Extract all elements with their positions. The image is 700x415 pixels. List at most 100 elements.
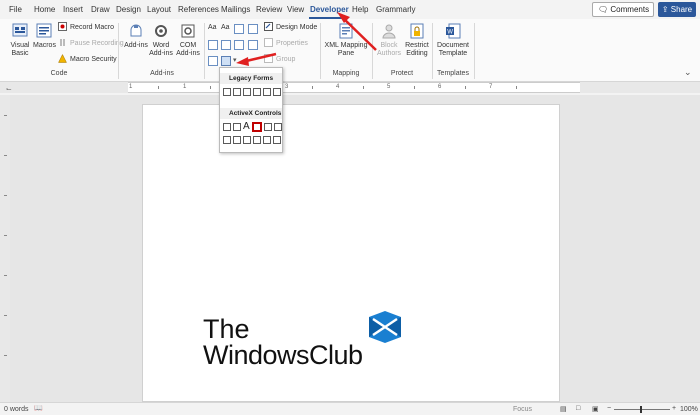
pause-recording-button[interactable]: Pause Recording [58, 38, 124, 50]
design-mode-button[interactable]: Design Mode [264, 22, 317, 34]
zoom-level[interactable]: 100% [680, 406, 698, 413]
zoom-slider[interactable] [614, 409, 670, 410]
focus-mode-button[interactable]: Focus [513, 406, 532, 413]
vertical-ruler[interactable] [0, 95, 10, 402]
ruler-tick [4, 115, 7, 116]
zoom-slider-thumb[interactable] [640, 406, 642, 413]
ruler-number: 7 [489, 84, 493, 90]
record-macro-label: Record Macro [70, 24, 114, 31]
group-icon [264, 54, 273, 63]
ruler-tick [4, 155, 7, 156]
tab-review[interactable]: Review [256, 5, 282, 14]
activex-combobox-icon[interactable] [243, 136, 251, 144]
record-macro-button[interactable]: Record Macro [58, 22, 114, 34]
tab-developer[interactable]: Developer [310, 5, 349, 14]
activex-scrollbar-icon[interactable] [274, 123, 282, 131]
gear-icon [155, 25, 167, 37]
macros-button[interactable]: Macros [33, 22, 56, 50]
tab-file[interactable]: File [9, 5, 22, 14]
restrict-editing-button[interactable]: Restrict Editing [405, 22, 429, 58]
ruler-tick [363, 86, 364, 89]
ruler-tick [4, 355, 7, 356]
group-button[interactable]: Group [264, 54, 295, 66]
ruler-margin-left [0, 82, 128, 93]
activex-textbox-icon[interactable] [233, 123, 241, 131]
dropdown-list-control-icon[interactable] [234, 40, 244, 50]
xml-mapping-pane-button[interactable]: XML Mapping Pane [322, 22, 370, 58]
com-addins-label: COM Add-ins [176, 42, 200, 57]
group-separator [432, 23, 433, 79]
tab-grammarly[interactable]: Grammarly [376, 5, 416, 14]
read-mode-icon[interactable]: ▤ [560, 405, 567, 413]
group-separator [118, 23, 119, 79]
activex-label-icon[interactable]: A [243, 121, 250, 132]
legacy-tools-button[interactable] [221, 56, 231, 66]
restrict-editing-label: Restrict Editing [405, 42, 429, 57]
tab-layout[interactable]: Layout [147, 5, 171, 14]
activex-command-button-icon[interactable] [233, 136, 241, 144]
rich-text-control-icon[interactable]: Aa [208, 24, 217, 31]
zoom-out-icon[interactable]: − [607, 405, 611, 412]
building-block-control-icon[interactable] [248, 24, 258, 34]
document-template-button[interactable]: W Document Template [435, 22, 471, 58]
tab-view[interactable]: View [287, 5, 304, 14]
legacy-shading-icon[interactable] [263, 88, 271, 96]
combo-box-control-icon[interactable] [221, 40, 231, 50]
document-template-label: Document Template [437, 42, 469, 57]
legacy-text-field-icon[interactable] [223, 88, 231, 96]
tab-references[interactable]: References [178, 5, 219, 14]
design-mode-icon [264, 22, 273, 31]
addins-button[interactable]: Add-ins [124, 22, 148, 50]
comments-button[interactable]: 🗨 Comments [592, 2, 654, 17]
collapse-ribbon-icon[interactable]: ⌄ [684, 67, 692, 78]
chevron-down-icon[interactable]: ▾ [233, 56, 237, 64]
activex-spin-button-icon[interactable] [252, 122, 262, 132]
legacy-frame-icon[interactable] [253, 88, 261, 96]
more-controls-icon[interactable] [273, 136, 281, 144]
visual-basic-button[interactable]: Visual Basic [7, 22, 33, 58]
tab-help[interactable]: Help [352, 5, 368, 14]
legacy-checkbox-icon[interactable] [233, 88, 241, 96]
tab-selector-icon[interactable]: ⌙ [6, 85, 12, 93]
com-addins-button[interactable]: COM Add-ins [174, 22, 202, 58]
svg-text:W: W [447, 30, 453, 36]
macro-security-button[interactable]: Macro Security [58, 54, 117, 66]
word-addins-button[interactable]: Word Add-ins [148, 22, 174, 58]
legacy-reset-icon[interactable] [273, 88, 281, 96]
tab-design[interactable]: Design [116, 5, 141, 14]
activex-listbox-icon[interactable] [223, 136, 231, 144]
date-picker-control-icon[interactable] [248, 40, 258, 50]
properties-button[interactable]: Properties [264, 38, 308, 50]
activex-option-icon[interactable] [263, 136, 271, 144]
tab-insert[interactable]: Insert [63, 5, 83, 14]
activex-checkbox-icon[interactable] [223, 123, 231, 131]
picture-control-icon[interactable] [234, 24, 244, 34]
legacy-dropdown-icon[interactable] [243, 88, 251, 96]
block-authors-button[interactable]: Block Authors [375, 22, 403, 58]
design-mode-label: Design Mode [276, 24, 318, 31]
web-layout-icon[interactable]: ▣ [592, 405, 599, 413]
ruler-margin-right [580, 82, 700, 93]
zoom-in-icon[interactable]: + [672, 405, 676, 412]
addins-icon [130, 24, 142, 37]
checkbox-control-icon[interactable] [208, 40, 218, 50]
activex-toggle-icon[interactable] [253, 136, 261, 144]
word-count[interactable]: 0 words [4, 406, 29, 413]
share-button[interactable]: ⇪ Share [658, 2, 696, 17]
group-separator [372, 23, 373, 79]
share-label: Share [670, 5, 693, 14]
ruler-number: 5 [387, 84, 391, 90]
group-label-mapping: Mapping [332, 70, 360, 77]
tab-mailings[interactable]: Mailings [221, 5, 250, 14]
tab-home[interactable]: Home [34, 5, 55, 14]
group-label-code: Code [50, 70, 68, 77]
repeating-section-control-icon[interactable] [208, 56, 218, 66]
plain-text-control-icon[interactable]: Aa [221, 24, 230, 31]
pause-icon [60, 39, 65, 46]
properties-icon [264, 38, 273, 47]
activex-image-icon[interactable] [264, 123, 272, 131]
tab-draw[interactable]: Draw [91, 5, 110, 14]
proofing-icon[interactable]: 📖 [34, 404, 43, 412]
horizontal-ruler[interactable]: 1 1 2 3 4 5 6 7 [128, 82, 580, 93]
print-layout-icon[interactable]: □ [576, 405, 580, 412]
